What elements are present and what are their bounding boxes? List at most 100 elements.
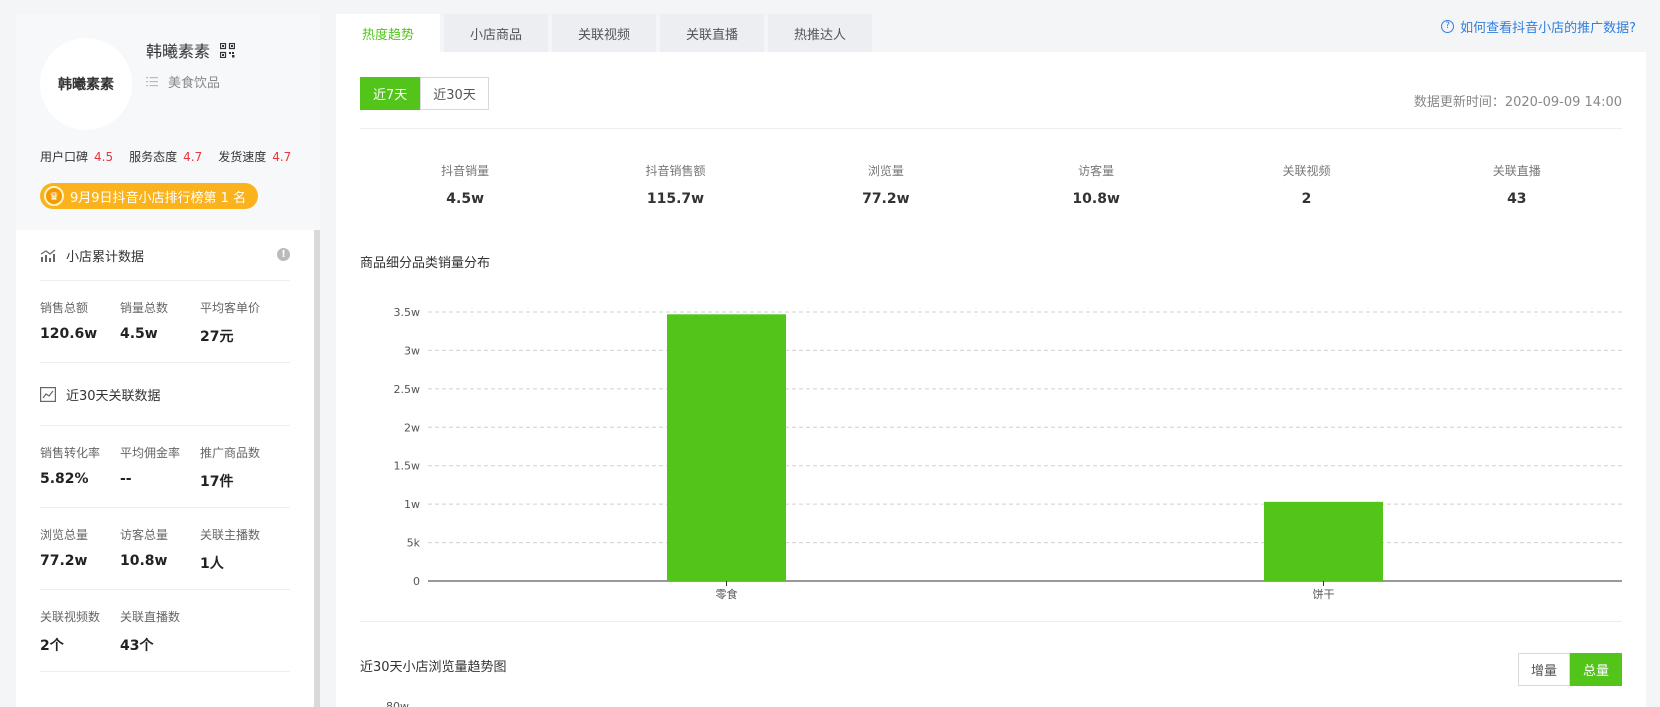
tab-linked-lives[interactable]: 关联直播 bbox=[660, 14, 764, 52]
shop-name-text: 韩曦素素 bbox=[146, 42, 211, 61]
metric-douyin-revenue: 抖音销售额 115.7w bbox=[570, 162, 780, 207]
increment-button[interactable]: 增量 bbox=[1517, 653, 1570, 686]
metric-visitors: 访客量 10.8w bbox=[991, 162, 1201, 207]
left-scrollbar[interactable] bbox=[314, 230, 320, 707]
range-toggle: 近7天 近30天 bbox=[360, 77, 489, 110]
metric-value: 77.2w bbox=[862, 191, 910, 207]
y-tick-label: 3w bbox=[404, 344, 420, 357]
chart-title: 商品细分品类销量分布 bbox=[360, 256, 491, 271]
rating-shipping: 发货速度 4.7 bbox=[218, 148, 291, 165]
rating-value: 4.5 bbox=[94, 150, 114, 164]
metric-value: 4.5w bbox=[446, 191, 485, 207]
divider bbox=[360, 621, 1622, 622]
mode-toggle: 增量 总量 bbox=[1517, 653, 1622, 686]
metrics-row: 抖音销量 4.5w 抖音销售额 115.7w 浏览量 77.2w 访客量 10.8w 关… bbox=[360, 162, 1622, 207]
stat-linked-videos: 关联视频数 2个 bbox=[40, 608, 120, 655]
stat-total-visitors: 访客总量 10.8w bbox=[120, 526, 200, 573]
y-tick-label: 2.5w bbox=[394, 383, 421, 396]
stat-value: -- bbox=[120, 471, 132, 487]
stat-label: 关联直播数 bbox=[120, 610, 181, 624]
rank-badge: ♛ 9月9日抖音小店排行榜第 1 名 bbox=[40, 183, 259, 209]
metric-value: 115.7w bbox=[646, 191, 705, 207]
metric-label: 访客量 bbox=[1078, 164, 1115, 178]
y-tick-label: 2w bbox=[404, 421, 420, 434]
chart2-y-tick: 80w bbox=[386, 700, 409, 707]
recent30-row-3: 关联视频数 2个 关联直播数 43个 bbox=[40, 590, 290, 671]
rating-reputation: 用户口碑 4.5 bbox=[40, 148, 113, 165]
cumulative-section-title: 小店累计数据 ! bbox=[40, 230, 290, 280]
avatar: 韩曦素素 bbox=[40, 38, 132, 130]
main-panel: 近7天 近30天 数据更新时间：2020-09-09 14:00 抖音销量 4.5… bbox=[336, 52, 1646, 707]
shop-info-panel: 韩曦素素 韩曦素素 美食饮品 用户口碑 4.5 服务态度 4.7 发货速度 4.… bbox=[16, 14, 320, 707]
metric-label: 关联视频 bbox=[1282, 164, 1331, 178]
crown-icon: ♛ bbox=[44, 186, 64, 206]
shop-stats: 小店累计数据 ! 销售总额 120.6w 销量总数 4.5w 平均客单价 27元 近3… bbox=[16, 230, 314, 707]
recent30-title: 近30天关联数据 bbox=[66, 388, 161, 404]
qr-code-icon[interactable] bbox=[220, 42, 236, 58]
stat-label: 平均佣金率 bbox=[120, 446, 181, 460]
chart2-title: 近30天小店浏览量趋势图 bbox=[360, 660, 507, 675]
shop-ratings: 用户口碑 4.5 服务态度 4.7 发货速度 4.7 bbox=[40, 148, 291, 165]
stat-value: 2个 bbox=[40, 638, 64, 654]
stat-linked-hosts: 关联主播数 1人 bbox=[200, 526, 280, 573]
stat-label: 销量总数 bbox=[120, 301, 169, 315]
stat-total-views: 浏览总量 77.2w bbox=[40, 526, 120, 573]
shop-header: 韩曦素素 韩曦素素 美食饮品 用户口碑 4.5 服务态度 4.7 发货速度 4.… bbox=[16, 14, 320, 230]
stat-promoted-products: 推广商品数 17件 bbox=[200, 444, 280, 491]
stat-label: 浏览总量 bbox=[40, 528, 89, 542]
metric-label: 抖音销售额 bbox=[645, 164, 706, 178]
divider bbox=[360, 128, 1622, 129]
y-tick-label: 5k bbox=[407, 537, 421, 550]
stat-label: 销售总额 bbox=[40, 301, 89, 315]
metric-douyin-sales: 抖音销量 4.5w bbox=[360, 162, 570, 207]
metric-value: 2 bbox=[1301, 191, 1312, 207]
rating-label: 用户口碑 bbox=[40, 150, 89, 164]
cumulative-stats: 销售总额 120.6w 销量总数 4.5w 平均客单价 27元 bbox=[40, 281, 290, 362]
y-tick-label: 3.5w bbox=[394, 306, 421, 319]
total-button[interactable]: 总量 bbox=[1569, 653, 1622, 686]
stat-value: 10.8w bbox=[120, 553, 168, 569]
metric-value: 10.8w bbox=[1072, 191, 1120, 207]
stat-value: 4.5w bbox=[120, 326, 158, 342]
stat-label: 平均客单价 bbox=[200, 301, 261, 315]
tab-linked-videos[interactable]: 关联视频 bbox=[552, 14, 656, 52]
rating-value: 4.7 bbox=[272, 150, 292, 164]
list-icon bbox=[146, 77, 158, 87]
trend-chart-icon bbox=[40, 249, 56, 262]
stat-label: 关联视频数 bbox=[40, 610, 101, 624]
info-icon[interactable]: ! bbox=[277, 248, 290, 261]
y-tick-label: 0 bbox=[413, 575, 420, 588]
range-7d-button[interactable]: 近7天 bbox=[360, 77, 421, 110]
tab-hot-influencers[interactable]: 热推达人 bbox=[768, 14, 872, 52]
line-chart-icon bbox=[40, 386, 56, 402]
stat-label: 销售转化率 bbox=[40, 446, 101, 460]
metric-linked-lives: 关联直播 43 bbox=[1412, 162, 1622, 207]
help-link[interactable]: ? 如何查看抖音小店的推广数据? bbox=[1441, 17, 1636, 36]
range-30d-button[interactable]: 近30天 bbox=[420, 77, 489, 110]
recent30-row-2: 浏览总量 77.2w 访客总量 10.8w 关联主播数 1人 bbox=[40, 508, 290, 589]
metric-label: 浏览量 bbox=[867, 164, 904, 178]
bar bbox=[1264, 501, 1383, 581]
tab-heat-trend[interactable]: 热度趋势 bbox=[336, 14, 440, 52]
category-sales-chart: 0 5k 1w 1.5w 2w 2.5w 3w 3.5w 零食 饼干 bbox=[394, 306, 1622, 601]
stat-linked-lives: 关联直播数 43个 bbox=[120, 608, 200, 655]
y-tick-label: 1w bbox=[404, 498, 420, 511]
tab-shop-products[interactable]: 小店商品 bbox=[444, 14, 548, 52]
stat-value: 27元 bbox=[200, 329, 234, 345]
metric-label: 抖音销量 bbox=[441, 164, 490, 178]
recent30-section-title: 近30天关联数据 bbox=[40, 363, 290, 425]
rating-service: 服务态度 4.7 bbox=[129, 148, 202, 165]
stat-value: 1人 bbox=[200, 556, 224, 572]
stat-value: 17件 bbox=[200, 474, 234, 490]
stat-label: 访客总量 bbox=[120, 528, 169, 542]
y-tick-label: 1.5w bbox=[394, 460, 421, 473]
shop-name: 韩曦素素 bbox=[146, 38, 236, 62]
stat-value: 77.2w bbox=[40, 553, 88, 569]
stat-total-volume: 销量总数 4.5w bbox=[120, 299, 200, 346]
divider bbox=[40, 671, 290, 672]
stat-value: 5.82% bbox=[40, 471, 89, 487]
bar bbox=[667, 314, 786, 581]
help-link-text: 如何查看抖音小店的推广数据? bbox=[1460, 21, 1636, 36]
shop-category-text: 美食饮品 bbox=[168, 76, 221, 91]
metric-linked-videos: 关联视频 2 bbox=[1201, 162, 1411, 207]
